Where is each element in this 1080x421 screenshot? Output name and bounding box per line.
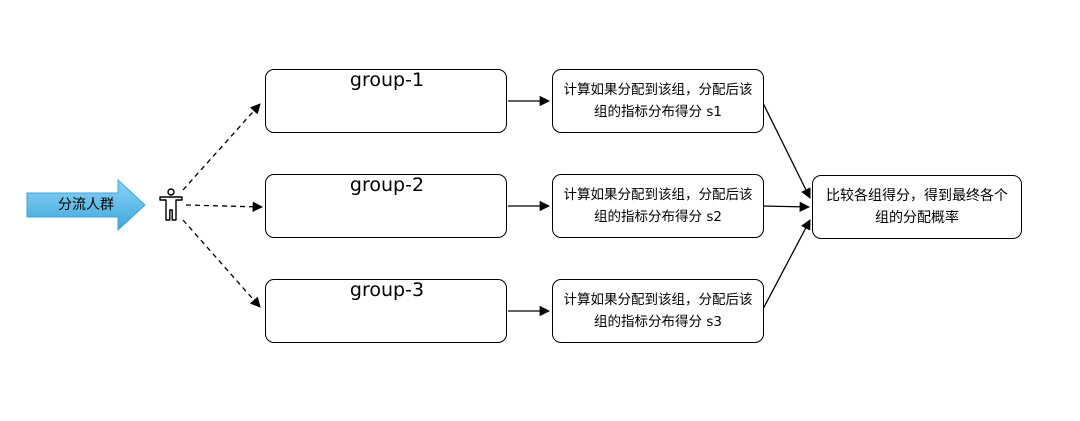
connector-score-2-to-result <box>761 201 811 212</box>
score-box-1: 计算如果分配到该组，分配后该组的指标分布得分 s1 <box>552 69 764 133</box>
entry-person-icon <box>159 188 183 221</box>
group-box-3: group-3 <box>265 279 507 343</box>
group-title: group-3 <box>349 279 425 301</box>
group-title: group-1 <box>349 69 425 91</box>
connector-score-1-to-result <box>761 100 811 199</box>
score-box-3: 计算如果分配到该组，分配后该组的指标分布得分 s3 <box>552 279 764 343</box>
entry-label: 分流人群 <box>58 197 114 213</box>
score-box-2: 计算如果分配到该组，分配后该组的指标分布得分 s2 <box>552 174 764 238</box>
dashed-connector-group-2 <box>185 201 264 212</box>
dashed-connector-group-1 <box>182 103 261 191</box>
connector-score-3-to-result <box>761 219 811 312</box>
group-title: group-2 <box>349 174 425 196</box>
group-box-1: group-1 <box>265 69 507 133</box>
result-box: 比较各组得分，得到最终各个组的分配概率 <box>812 175 1022 239</box>
dashed-connector-group-3 <box>182 219 261 308</box>
group-box-2: group-2 <box>265 174 507 238</box>
